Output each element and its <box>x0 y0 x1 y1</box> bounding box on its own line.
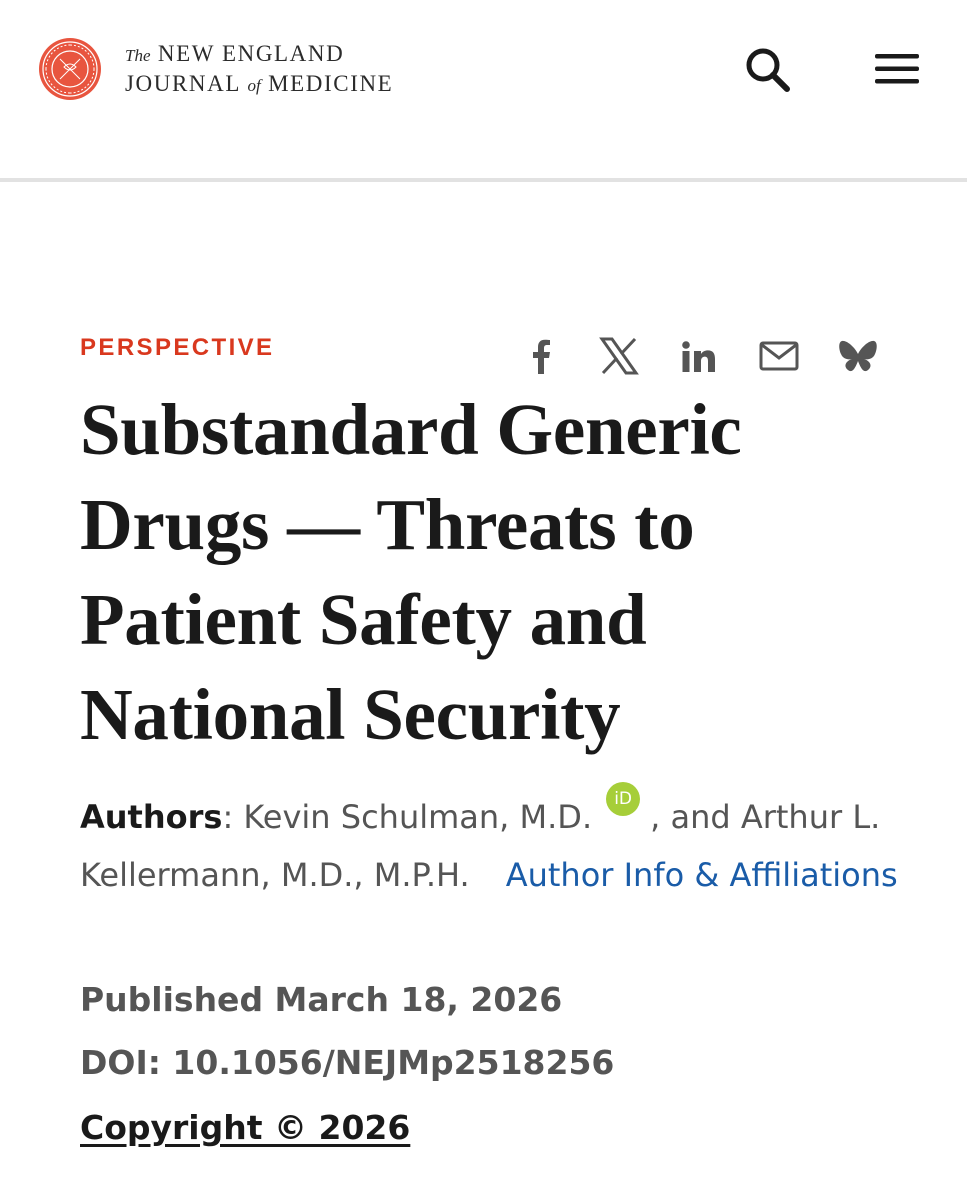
bluesky-icon <box>839 340 877 372</box>
author-list: Authors: Kevin Schulman, M.D. iD, and Art… <box>80 782 900 904</box>
site-header: The NEW ENGLAND JOURNAL of MEDICINE <box>0 0 967 178</box>
doi: DOI: 10.1056/NEJMp2518256 <box>80 1043 615 1082</box>
authors-label: Authors <box>80 798 223 836</box>
share-linkedin-button[interactable] <box>677 334 721 378</box>
share-email-button[interactable] <box>757 334 801 378</box>
author-kevin-schulman[interactable]: Kevin Schulman, M.D. <box>243 798 592 836</box>
authors-separator: : <box>222 798 244 836</box>
logo-new-england: NEW ENGLAND <box>157 41 345 66</box>
logo-the: The <box>125 46 151 65</box>
logo-of: of <box>247 76 261 95</box>
logo-medicine: MEDICINE <box>268 71 394 96</box>
nejm-seal-logo[interactable] <box>38 37 102 101</box>
share-bluesky-button[interactable] <box>836 334 880 378</box>
email-icon <box>759 341 799 371</box>
x-icon <box>599 337 639 375</box>
orcid-icon[interactable]: iD <box>606 782 641 816</box>
menu-button[interactable] <box>873 48 921 90</box>
facebook-icon <box>533 339 550 374</box>
logo-journal: JOURNAL <box>125 71 241 96</box>
header-divider <box>0 178 967 182</box>
search-button[interactable] <box>742 44 792 94</box>
linkedin-icon <box>682 341 715 372</box>
share-x-button[interactable] <box>597 334 641 378</box>
article-title: Substandard Generic Drugs — Threats to P… <box>80 389 742 755</box>
hamburger-menu-icon <box>875 54 919 84</box>
journal-wordmark[interactable]: The NEW ENGLAND JOURNAL of MEDICINE <box>125 40 393 100</box>
share-facebook-button[interactable] <box>520 334 564 378</box>
search-icon <box>746 48 790 92</box>
copyright-link[interactable]: Copyright © 2026 <box>80 1108 410 1147</box>
author-info-affiliations-link[interactable]: Author Info & Affiliations <box>506 856 898 894</box>
publication-date: Published March 18, 2026 <box>80 980 563 1019</box>
article-type-label: PERSPECTIVE <box>80 334 275 361</box>
